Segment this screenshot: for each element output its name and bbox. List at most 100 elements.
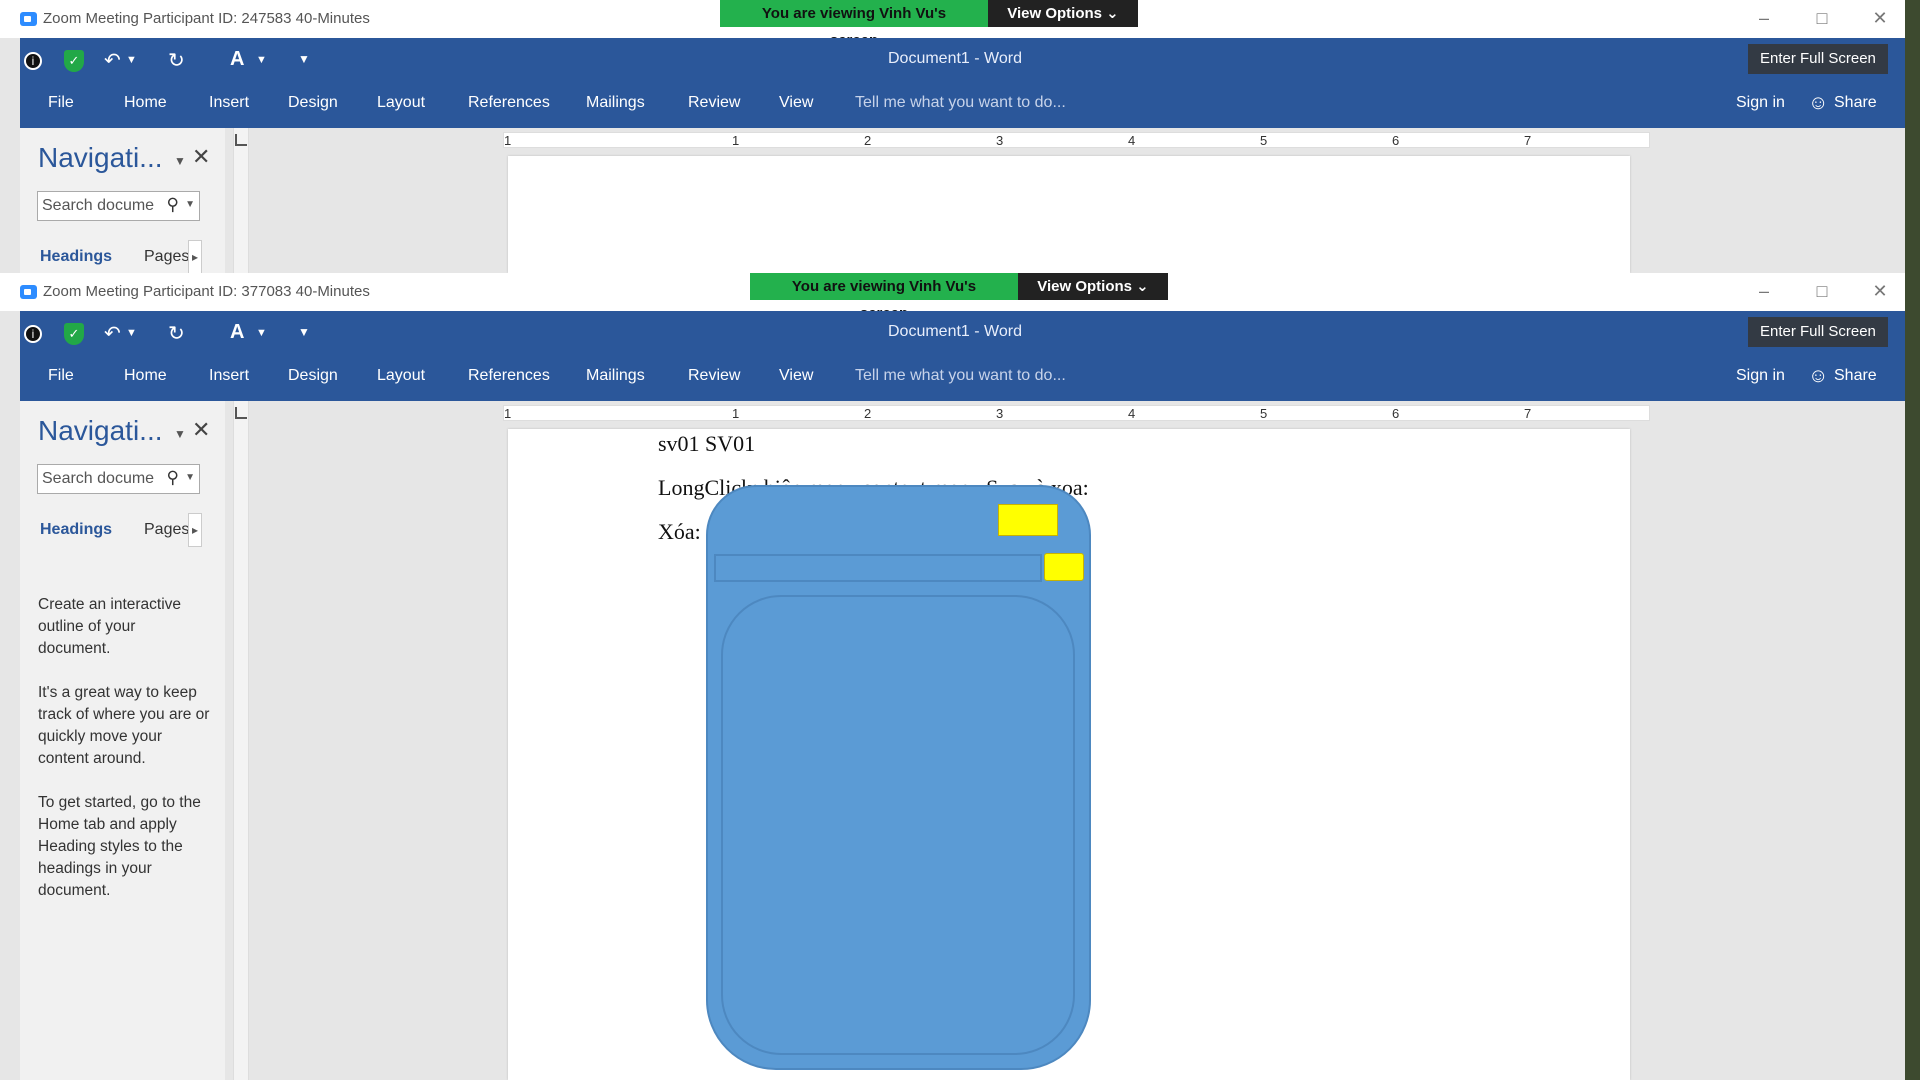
search-dropdown-icon[interactable]: ▼ — [185, 199, 195, 210]
help-paragraph: To get started, go to the Home tab and a… — [38, 794, 201, 899]
sign-in-link[interactable]: Sign in — [1736, 94, 1785, 112]
horizontal-ruler: 1 1 2 3 4 5 6 7 — [503, 405, 1650, 421]
enter-full-screen-button[interactable]: Enter Full Screen — [1748, 317, 1888, 347]
info-icon[interactable]: i — [24, 52, 42, 70]
info-icon[interactable]: i — [24, 325, 42, 343]
search-icon[interactable]: ⚲ — [166, 195, 179, 215]
zoom-logo-icon — [20, 285, 37, 299]
search-placeholder: Search docume — [42, 197, 155, 214]
search-document-input[interactable]: Search docume ⚲ ▼ — [37, 464, 200, 494]
tab-mailings[interactable]: Mailings — [586, 94, 645, 112]
navigation-pane-title: Navigati... — [38, 415, 163, 446]
share-button[interactable]: Share — [1808, 365, 1877, 388]
tab-layout[interactable]: Layout — [377, 94, 425, 112]
nav-options-icon[interactable]: ▼ — [174, 427, 186, 441]
tab-file[interactable]: File — [48, 367, 74, 385]
undo-icon[interactable]: ↶ — [104, 321, 121, 346]
word-ribbon: i ✓ ↶ ▼ ↻ A ▼ ▼ Document1 - Word Enter F… — [20, 311, 1905, 401]
search-icon[interactable]: ⚲ — [166, 468, 179, 488]
nav-tabs-scroll-icon[interactable]: ▸ — [188, 513, 202, 547]
view-options-button[interactable]: View Options ⌄ — [988, 0, 1138, 27]
customize-qat-icon[interactable]: ▼ — [298, 325, 310, 339]
font-color-dropdown-icon[interactable]: ▼ — [256, 327, 267, 339]
tab-home[interactable]: Home — [124, 94, 167, 112]
sign-in-link[interactable]: Sign in — [1736, 367, 1785, 385]
maximize-icon[interactable]: □ — [1810, 8, 1834, 29]
ribbon-tabs: File Home Insert Design Layout Reference… — [20, 353, 1905, 401]
close-icon[interactable]: ✕ — [1868, 281, 1892, 302]
tab-headings[interactable]: Headings — [40, 248, 112, 266]
document-text-line[interactable]: sv01 SV01 — [658, 431, 755, 457]
tell-me-box[interactable]: Tell me what you want to do... — [855, 367, 1066, 385]
tab-review[interactable]: Review — [688, 367, 740, 385]
vertical-ruler — [233, 128, 249, 273]
tab-mailings[interactable]: Mailings — [586, 367, 645, 385]
undo-dropdown-icon[interactable]: ▼ — [126, 327, 137, 339]
tab-selector-icon[interactable] — [235, 407, 247, 419]
redo-icon[interactable]: ↻ — [168, 48, 185, 73]
navigation-pane: Navigati... ▼ ✕ Search docume ⚲ ▼ Headin… — [20, 401, 225, 1080]
horizontal-ruler: 1 1 2 3 4 5 6 7 — [503, 132, 1650, 148]
tab-design[interactable]: Design — [288, 367, 338, 385]
screen-share-banner: You are viewing Vinh Vu's screen View Op… — [720, 0, 1138, 49]
font-color-icon[interactable]: A — [230, 321, 244, 344]
zoom-window-title: Zoom Meeting Participant ID: 377083 40-M… — [43, 283, 370, 300]
nav-options-icon[interactable]: ▼ — [174, 154, 186, 168]
text-bar-shape[interactable] — [714, 554, 1042, 582]
word-ribbon: i ✓ ↶ ▼ ↻ A ▼ ▼ Document1 - Word Enter F… — [20, 38, 1905, 128]
navigation-help-text: Create an interactive outline of your do… — [38, 594, 210, 924]
tab-design[interactable]: Design — [288, 94, 338, 112]
yellow-button-shape[interactable] — [1044, 553, 1084, 581]
tab-view[interactable]: View — [779, 94, 813, 112]
document-title: Document1 - Word — [888, 323, 1022, 340]
minimize-icon[interactable]: – — [1752, 281, 1776, 302]
phone-screen-shape[interactable] — [721, 595, 1075, 1055]
font-color-dropdown-icon[interactable]: ▼ — [256, 54, 267, 66]
search-document-input[interactable]: Search docume ⚲ ▼ — [37, 191, 200, 221]
search-dropdown-icon[interactable]: ▼ — [185, 472, 195, 483]
document-title: Document1 - Word — [888, 50, 1022, 67]
tab-references[interactable]: References — [468, 94, 550, 112]
tab-selector-icon[interactable] — [235, 134, 247, 146]
shield-icon: ✓ — [64, 50, 84, 72]
tab-insert[interactable]: Insert — [209, 94, 249, 112]
help-paragraph: It's a great way to keep track of where … — [38, 684, 210, 767]
close-icon[interactable]: ✕ — [1868, 8, 1892, 29]
zoom-window-title: Zoom Meeting Participant ID: 247583 40-M… — [43, 10, 370, 27]
tab-references[interactable]: References — [468, 367, 550, 385]
zoom-window-top: Zoom Meeting Participant ID: 247583 40-M… — [0, 0, 1905, 273]
tab-file[interactable]: File — [48, 94, 74, 112]
share-button[interactable]: Share — [1808, 92, 1877, 115]
document-page[interactable] — [508, 156, 1630, 273]
undo-icon[interactable]: ↶ — [104, 48, 121, 73]
customize-qat-icon[interactable]: ▼ — [298, 52, 310, 66]
yellow-rectangle-shape[interactable] — [998, 504, 1058, 536]
tab-view[interactable]: View — [779, 367, 813, 385]
enter-full-screen-button[interactable]: Enter Full Screen — [1748, 44, 1888, 74]
viewing-screen-label: You are viewing Vinh Vu's screen — [720, 0, 988, 49]
tab-headings[interactable]: Headings — [40, 521, 112, 539]
phone-mockup-shape[interactable] — [706, 485, 1091, 1070]
redo-icon[interactable]: ↻ — [168, 321, 185, 346]
tab-insert[interactable]: Insert — [209, 367, 249, 385]
view-options-button[interactable]: View Options ⌄ — [1018, 273, 1168, 300]
tell-me-box[interactable]: Tell me what you want to do... — [855, 94, 1066, 112]
undo-dropdown-icon[interactable]: ▼ — [126, 54, 137, 66]
nav-close-icon[interactable]: ✕ — [192, 417, 210, 443]
tab-pages[interactable]: Pages — [144, 521, 189, 539]
search-placeholder: Search docume — [42, 470, 155, 487]
navigation-pane: Navigati... ▼ ✕ Search docume ⚲ ▼ Headin… — [20, 128, 225, 273]
tab-home[interactable]: Home — [124, 367, 167, 385]
tab-layout[interactable]: Layout — [377, 367, 425, 385]
nav-tabs-scroll-icon[interactable]: ▸ — [188, 240, 202, 273]
tab-pages[interactable]: Pages — [144, 248, 189, 266]
zoom-titlebar: Zoom Meeting Participant ID: 247583 40-M… — [0, 0, 1905, 49]
zoom-titlebar: Zoom Meeting Participant ID: 377083 40-M… — [0, 273, 1905, 322]
document-text-line[interactable]: Xóa: — [658, 519, 701, 545]
maximize-icon[interactable]: □ — [1810, 281, 1834, 302]
nav-close-icon[interactable]: ✕ — [192, 144, 210, 170]
font-color-icon[interactable]: A — [230, 48, 244, 71]
viewing-screen-label: You are viewing Vinh Vu's screen — [750, 273, 1018, 322]
minimize-icon[interactable]: – — [1752, 8, 1776, 29]
tab-review[interactable]: Review — [688, 94, 740, 112]
